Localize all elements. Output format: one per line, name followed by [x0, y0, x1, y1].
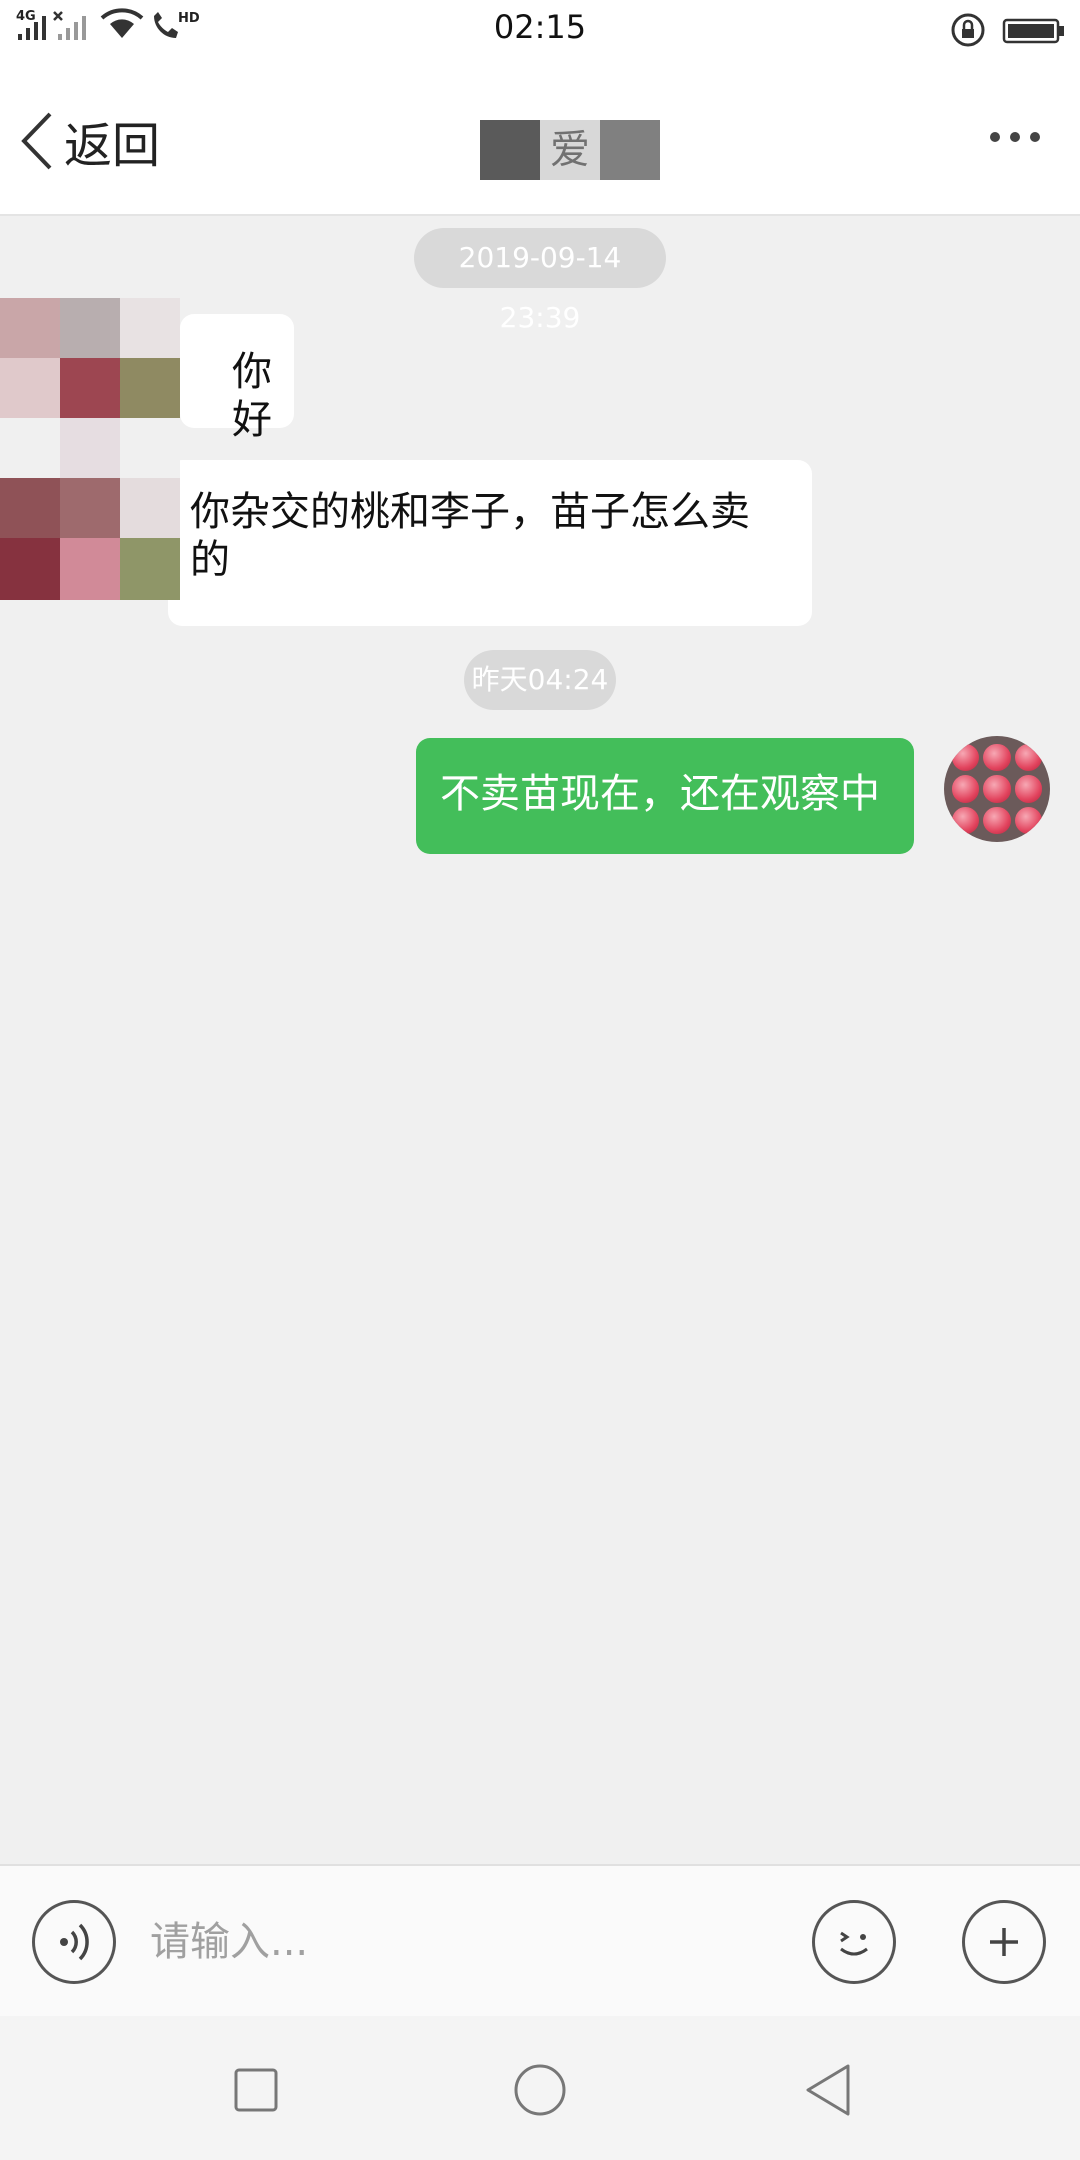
apple — [952, 806, 980, 834]
dot — [990, 132, 1000, 142]
pixel — [60, 358, 120, 418]
incoming-message-bubble[interactable]: 你杂交的桃和李子，苗子怎么卖的 — [168, 460, 812, 626]
pixel — [0, 478, 60, 538]
recent-apps-button[interactable] — [228, 2062, 284, 2118]
voice-input-button[interactable] — [32, 1900, 116, 1984]
apple — [952, 744, 980, 772]
pixel — [60, 298, 120, 358]
pixel — [60, 478, 120, 538]
contact-name: 爱 — [550, 127, 590, 173]
rotation-lock-icon — [951, 13, 985, 47]
apple — [983, 744, 1011, 772]
dot — [1010, 132, 1020, 142]
pixel — [0, 298, 60, 358]
more-actions-button[interactable] — [962, 1900, 1046, 1984]
pixel — [120, 418, 180, 478]
message-timestamp: 昨天04:24 — [464, 650, 616, 710]
pixel — [120, 298, 180, 358]
user-avatar[interactable] — [944, 736, 1050, 842]
message-input[interactable] — [150, 1906, 780, 1978]
title-bar: 返回 爱 — [0, 56, 1080, 216]
apple — [1014, 744, 1042, 772]
plus-icon — [990, 1928, 1018, 1956]
pixel — [0, 538, 60, 600]
square-icon — [234, 2068, 278, 2112]
pixel — [60, 538, 120, 600]
triangle-back-icon — [806, 2064, 850, 2116]
pixel — [60, 418, 120, 478]
battery-icon — [1002, 18, 1064, 44]
pixel — [120, 358, 180, 418]
incoming-message-bubble[interactable]: 你好 — [180, 314, 294, 443]
input-bar — [0, 1864, 1080, 2016]
chevron-left-icon — [21, 112, 52, 170]
status-bar: 4G HD 02:15 — [0, 0, 1080, 56]
dot — [1030, 132, 1040, 142]
emoji-button[interactable] — [812, 1900, 896, 1984]
apple — [1014, 775, 1042, 803]
back-label: 返回 — [64, 118, 161, 174]
more-options-button[interactable] — [990, 132, 1040, 142]
pixel — [0, 358, 60, 418]
contact-name-blurred: 爱 — [480, 120, 660, 180]
pixel — [120, 478, 180, 538]
apple — [983, 775, 1011, 803]
outgoing-message-bubble[interactable]: 不卖苗现在，还在观察中 — [416, 738, 914, 854]
apple — [952, 775, 980, 803]
chat-area[interactable]: 2019-09-14 23:39 你好 你杂交的桃和李子，苗子怎么卖的 昨天04… — [0, 218, 1080, 1864]
status-icons-right — [948, 10, 1066, 50]
message-timestamp: 2019-09-14 23:39 — [414, 228, 666, 334]
status-time: 02:15 — [493, 8, 587, 46]
emoji-icon — [840, 1931, 868, 1956]
pixel — [0, 418, 60, 478]
home-button[interactable] — [512, 2062, 568, 2118]
system-nav-bar — [0, 2016, 1080, 2160]
pixel — [120, 538, 180, 600]
circle-icon — [514, 2064, 566, 2116]
contact-avatar-pixelated[interactable] — [0, 298, 188, 600]
system-back-button[interactable] — [800, 2062, 856, 2118]
back-button[interactable]: 返回 — [18, 106, 160, 176]
voice-icon — [60, 1923, 89, 1961]
apple — [1014, 806, 1042, 834]
apple — [983, 806, 1011, 834]
